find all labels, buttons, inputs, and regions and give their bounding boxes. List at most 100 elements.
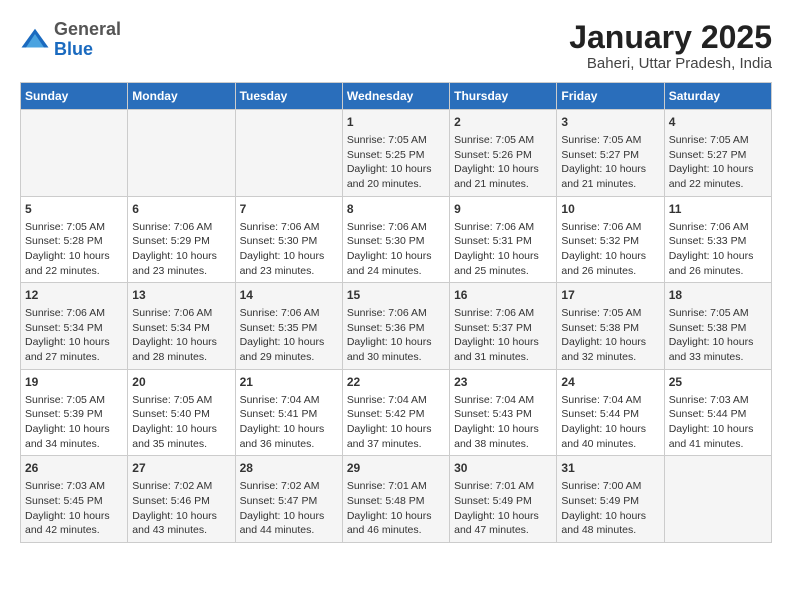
day-number: 1 (347, 114, 445, 131)
day-info: and 35 minutes. (132, 437, 230, 452)
calendar-cell (128, 110, 235, 197)
calendar-week-row: 5Sunrise: 7:05 AMSunset: 5:28 PMDaylight… (21, 196, 772, 283)
day-info: Daylight: 10 hours (347, 335, 445, 350)
day-info: Sunrise: 7:05 AM (669, 306, 767, 321)
header: General Blue January 2025 Baheri, Uttar … (20, 20, 772, 72)
day-number: 14 (240, 287, 338, 304)
calendar-cell: 8Sunrise: 7:06 AMSunset: 5:30 PMDaylight… (342, 196, 449, 283)
logo: General Blue (20, 20, 121, 60)
day-info: Sunrise: 7:02 AM (240, 479, 338, 494)
day-number: 28 (240, 460, 338, 477)
day-info: Sunset: 5:33 PM (669, 234, 767, 249)
day-info: Sunset: 5:49 PM (454, 494, 552, 509)
day-info: Sunset: 5:44 PM (561, 407, 659, 422)
day-info: Sunrise: 7:05 AM (561, 133, 659, 148)
day-info: Sunset: 5:42 PM (347, 407, 445, 422)
day-info: Sunset: 5:25 PM (347, 148, 445, 163)
day-info: Sunrise: 7:06 AM (454, 306, 552, 321)
calendar-cell: 31Sunrise: 7:00 AMSunset: 5:49 PMDayligh… (557, 456, 664, 543)
day-info: and 36 minutes. (240, 437, 338, 452)
calendar-cell: 27Sunrise: 7:02 AMSunset: 5:46 PMDayligh… (128, 456, 235, 543)
day-number: 18 (669, 287, 767, 304)
calendar-cell: 10Sunrise: 7:06 AMSunset: 5:32 PMDayligh… (557, 196, 664, 283)
day-info: Sunrise: 7:04 AM (240, 393, 338, 408)
calendar-cell: 28Sunrise: 7:02 AMSunset: 5:47 PMDayligh… (235, 456, 342, 543)
day-of-week-header: Wednesday (342, 83, 449, 110)
day-info: Sunset: 5:30 PM (240, 234, 338, 249)
day-info: and 41 minutes. (669, 437, 767, 452)
day-info: Daylight: 10 hours (132, 249, 230, 264)
calendar-cell: 21Sunrise: 7:04 AMSunset: 5:41 PMDayligh… (235, 369, 342, 456)
calendar-cell: 30Sunrise: 7:01 AMSunset: 5:49 PMDayligh… (450, 456, 557, 543)
calendar-cell: 22Sunrise: 7:04 AMSunset: 5:42 PMDayligh… (342, 369, 449, 456)
day-info: Sunrise: 7:06 AM (561, 220, 659, 235)
title-block: January 2025 Baheri, Uttar Pradesh, Indi… (569, 20, 772, 72)
day-info: and 37 minutes. (347, 437, 445, 452)
day-info: Sunrise: 7:06 AM (347, 220, 445, 235)
calendar-cell: 7Sunrise: 7:06 AMSunset: 5:30 PMDaylight… (235, 196, 342, 283)
day-number: 27 (132, 460, 230, 477)
day-info: Sunset: 5:43 PM (454, 407, 552, 422)
day-number: 17 (561, 287, 659, 304)
day-number: 10 (561, 201, 659, 218)
calendar-cell: 11Sunrise: 7:06 AMSunset: 5:33 PMDayligh… (664, 196, 771, 283)
day-info: and 40 minutes. (561, 437, 659, 452)
day-info: and 22 minutes. (669, 177, 767, 192)
day-info: Sunset: 5:38 PM (669, 321, 767, 336)
day-info: Daylight: 10 hours (454, 509, 552, 524)
day-info: and 31 minutes. (454, 350, 552, 365)
day-info: and 21 minutes. (454, 177, 552, 192)
day-info: Daylight: 10 hours (347, 162, 445, 177)
day-info: Daylight: 10 hours (669, 335, 767, 350)
day-number: 9 (454, 201, 552, 218)
day-info: Daylight: 10 hours (132, 509, 230, 524)
calendar-cell (664, 456, 771, 543)
day-info: Daylight: 10 hours (347, 422, 445, 437)
day-info: Sunset: 5:36 PM (347, 321, 445, 336)
day-info: Daylight: 10 hours (132, 335, 230, 350)
day-info: Sunrise: 7:04 AM (454, 393, 552, 408)
calendar-cell: 17Sunrise: 7:05 AMSunset: 5:38 PMDayligh… (557, 283, 664, 370)
day-info: Daylight: 10 hours (454, 422, 552, 437)
day-info: Sunrise: 7:05 AM (25, 393, 123, 408)
day-info: Sunset: 5:38 PM (561, 321, 659, 336)
day-info: and 30 minutes. (347, 350, 445, 365)
day-info: and 34 minutes. (25, 437, 123, 452)
day-info: Daylight: 10 hours (347, 509, 445, 524)
day-info: Sunset: 5:41 PM (240, 407, 338, 422)
day-info: Daylight: 10 hours (240, 422, 338, 437)
day-info: Sunrise: 7:04 AM (561, 393, 659, 408)
day-info: and 44 minutes. (240, 523, 338, 538)
calendar-cell: 12Sunrise: 7:06 AMSunset: 5:34 PMDayligh… (21, 283, 128, 370)
day-info: and 32 minutes. (561, 350, 659, 365)
calendar-cell: 2Sunrise: 7:05 AMSunset: 5:26 PMDaylight… (450, 110, 557, 197)
day-number: 11 (669, 201, 767, 218)
calendar-cell: 16Sunrise: 7:06 AMSunset: 5:37 PMDayligh… (450, 283, 557, 370)
day-number: 6 (132, 201, 230, 218)
day-info: Sunset: 5:35 PM (240, 321, 338, 336)
calendar-cell: 20Sunrise: 7:05 AMSunset: 5:40 PMDayligh… (128, 369, 235, 456)
calendar-cell (235, 110, 342, 197)
day-info: and 25 minutes. (454, 264, 552, 279)
day-info: Sunrise: 7:05 AM (669, 133, 767, 148)
day-info: Sunset: 5:28 PM (25, 234, 123, 249)
calendar-cell: 25Sunrise: 7:03 AMSunset: 5:44 PMDayligh… (664, 369, 771, 456)
logo-icon (20, 25, 50, 55)
day-info: Sunrise: 7:03 AM (669, 393, 767, 408)
day-info: and 24 minutes. (347, 264, 445, 279)
calendar-cell: 29Sunrise: 7:01 AMSunset: 5:48 PMDayligh… (342, 456, 449, 543)
day-info: and 26 minutes. (669, 264, 767, 279)
day-info: and 29 minutes. (240, 350, 338, 365)
day-info: Daylight: 10 hours (561, 509, 659, 524)
calendar-cell: 3Sunrise: 7:05 AMSunset: 5:27 PMDaylight… (557, 110, 664, 197)
calendar-cell: 26Sunrise: 7:03 AMSunset: 5:45 PMDayligh… (21, 456, 128, 543)
day-of-week-header: Friday (557, 83, 664, 110)
day-info: and 22 minutes. (25, 264, 123, 279)
calendar-cell: 13Sunrise: 7:06 AMSunset: 5:34 PMDayligh… (128, 283, 235, 370)
day-info: Sunrise: 7:06 AM (347, 306, 445, 321)
day-info: Daylight: 10 hours (454, 249, 552, 264)
day-info: Sunrise: 7:05 AM (561, 306, 659, 321)
day-info: Daylight: 10 hours (25, 335, 123, 350)
day-info: Daylight: 10 hours (132, 422, 230, 437)
day-info: and 27 minutes. (25, 350, 123, 365)
